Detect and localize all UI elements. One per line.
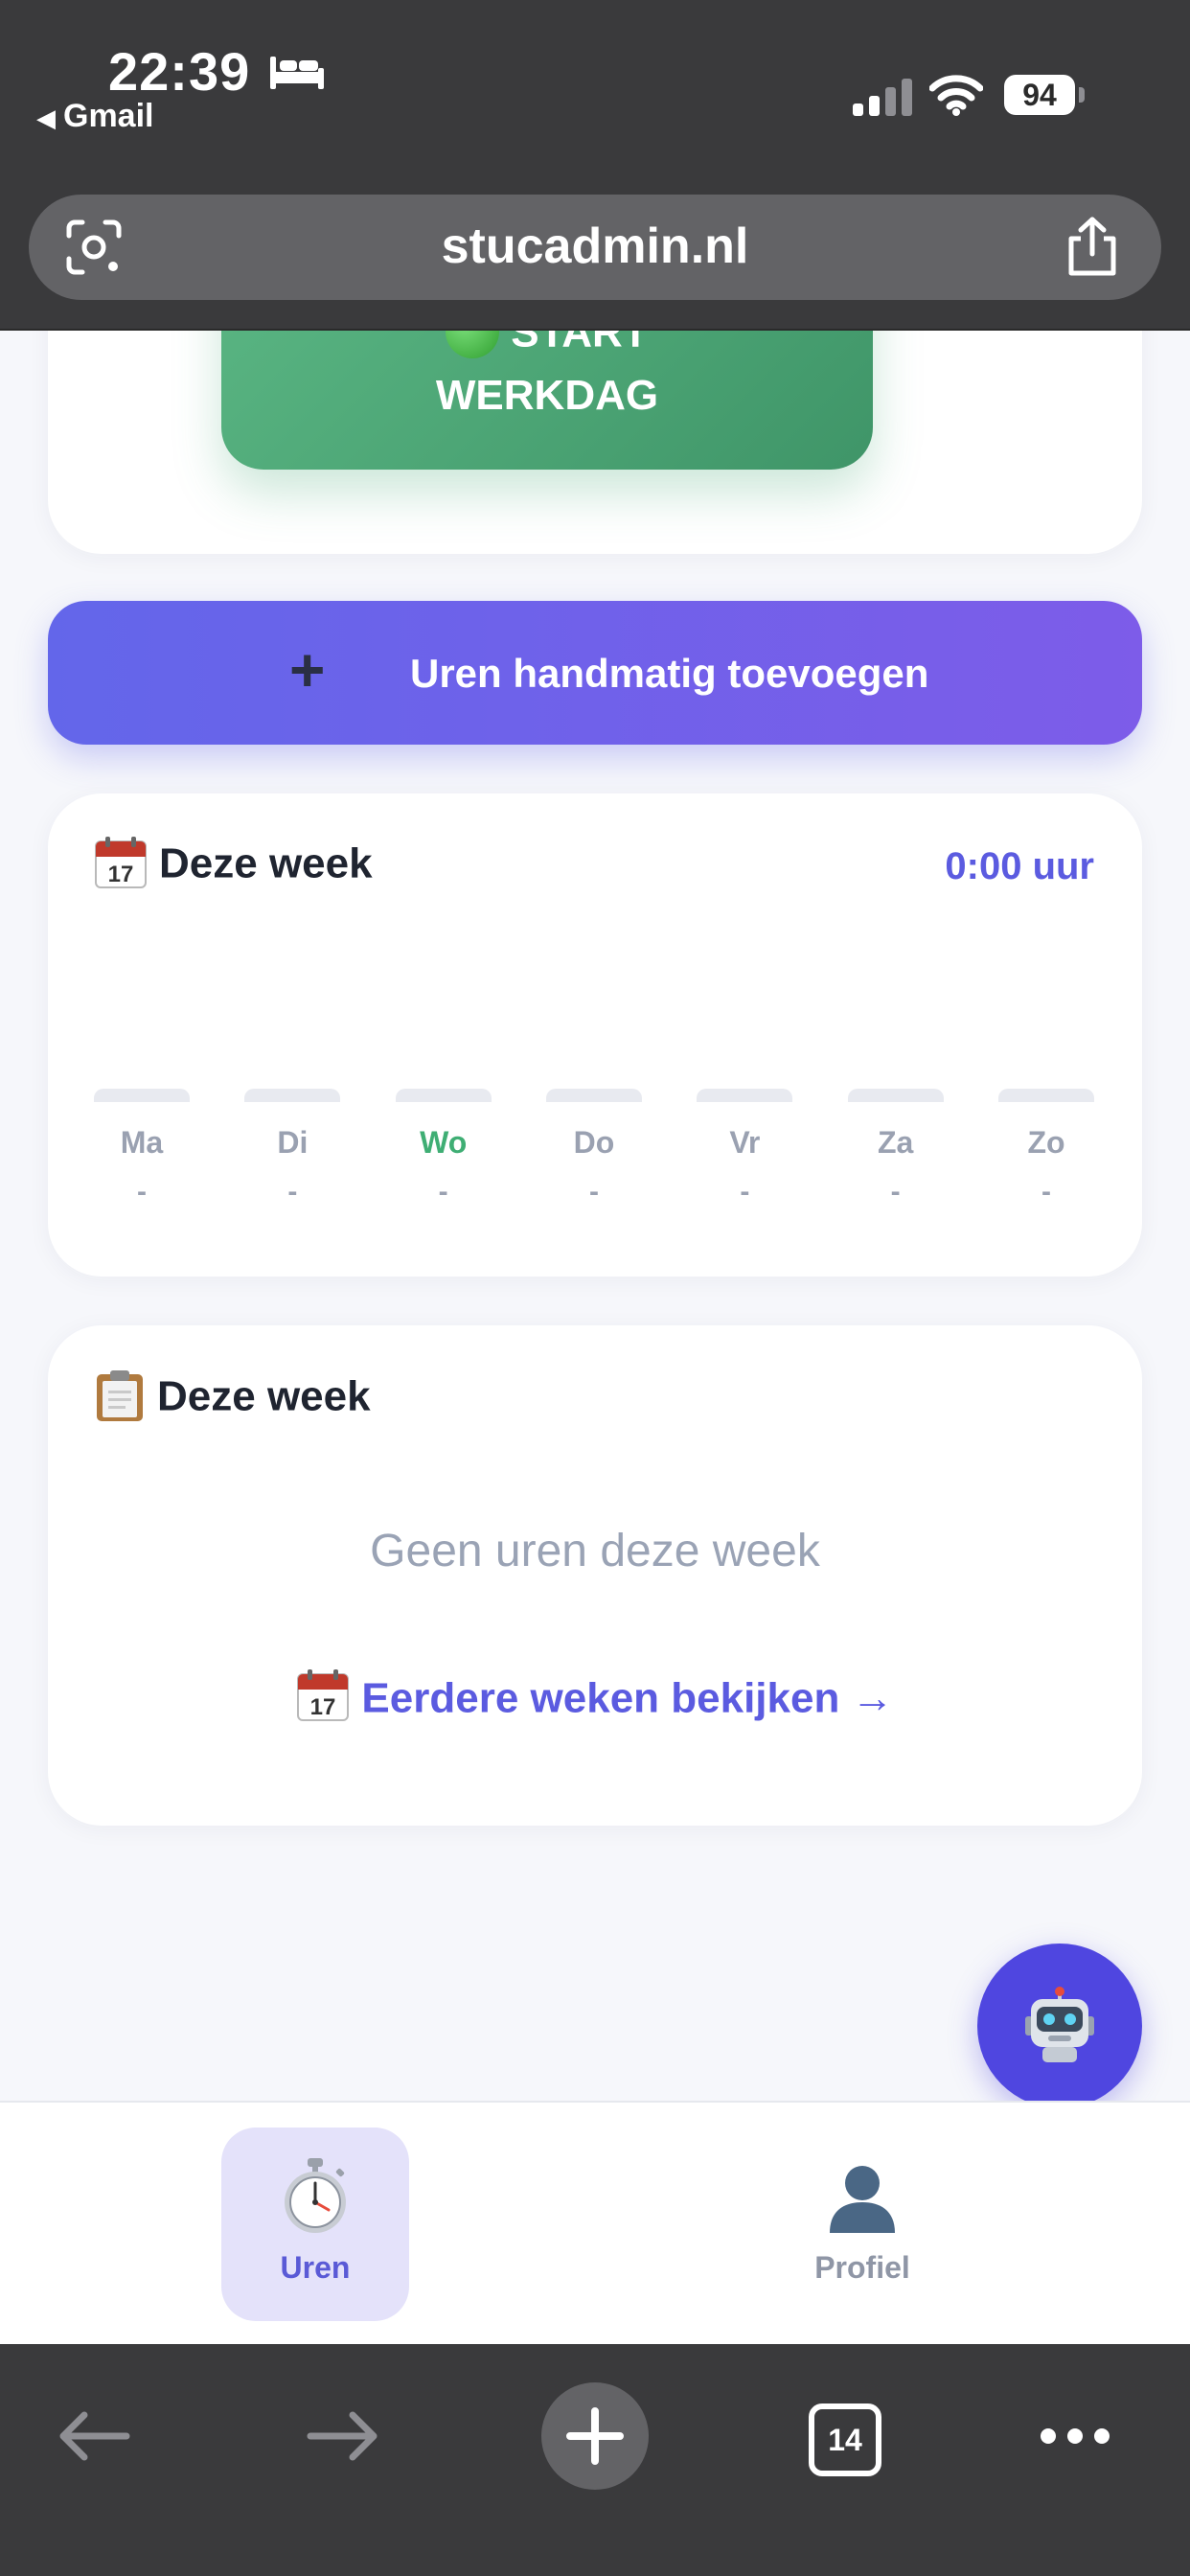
day-column: Di - (244, 1089, 341, 1208)
back-app-label: Gmail (63, 98, 154, 134)
day-name: Za (877, 1125, 914, 1160)
assistant-fab-button[interactable] (977, 1944, 1142, 2108)
day-name: Di (277, 1125, 309, 1160)
day-column: Do - (546, 1089, 642, 1208)
bottom-navigation: Uren Profiel (0, 2101, 1190, 2346)
empty-state-text: Geen uren deze week (370, 1526, 820, 1576)
week-overview-card: 17 Deze week 0:00 uur Ma - Di - Wo - Do - Vr - Za -… (48, 794, 1142, 1276)
day-bar (244, 1089, 341, 1102)
day-value: - (1041, 1176, 1051, 1208)
day-value: - (137, 1176, 147, 1208)
day-column: Wo - (395, 1089, 492, 1208)
day-value: - (890, 1176, 901, 1208)
tabs-count-button[interactable]: 14 (809, 2404, 881, 2476)
day-bar (395, 1089, 492, 1102)
battery-tip (1079, 87, 1085, 103)
day-name: Zo (1027, 1125, 1065, 1160)
back-arrow-icon[interactable] (56, 2409, 132, 2463)
add-hours-manually-button[interactable]: + Uren handmatig toevoegen (48, 601, 1142, 745)
wifi-icon (929, 75, 983, 116)
nav-item-profiel[interactable]: Profiel (768, 2128, 956, 2321)
week-list-title-text: Deze week (157, 1372, 371, 1420)
robot-icon (1025, 1987, 1094, 2062)
back-triangle-icon: ◀ (36, 104, 56, 132)
day-column: Vr - (697, 1089, 793, 1208)
battery-icon: 94 (1004, 75, 1075, 115)
day-column: Zo - (998, 1089, 1094, 1208)
start-button-line2: WERKDAG (435, 372, 659, 419)
earlier-weeks-link-text[interactable]: Eerdere weken bekijken → (361, 1675, 893, 1722)
day-name: Wo (420, 1125, 468, 1160)
week-list-title: Deze week (94, 1370, 371, 1427)
earlier-weeks-link[interactable]: 17 Eerdere weken bekijken → (48, 1669, 1142, 1728)
day-value: - (740, 1176, 750, 1208)
forward-arrow-icon[interactable] (305, 2409, 381, 2463)
bed-icon (270, 57, 324, 89)
day-name: Ma (120, 1125, 164, 1160)
plus-icon: + (289, 635, 326, 704)
day-column: Ma - (94, 1089, 190, 1208)
day-bar (94, 1089, 190, 1102)
day-value: - (589, 1176, 599, 1208)
svg-text:17: 17 (310, 1694, 336, 1720)
week-list-card: Deze week Geen uren deze week 17 Eerdere… (48, 1325, 1142, 1826)
week-overview-title-text: Deze week (159, 840, 373, 887)
signal-icon (853, 79, 912, 116)
status-time: 22:39 (108, 41, 251, 102)
week-overview-title: 17 Deze week (94, 837, 373, 893)
svg-text:17: 17 (108, 862, 134, 887)
url-bar[interactable]: stucadmin.nl (29, 195, 1161, 300)
calendar-icon: 17 (95, 837, 147, 888)
day-bar (847, 1089, 944, 1102)
day-name: Vr (729, 1125, 761, 1160)
share-icon[interactable] (1064, 216, 1121, 279)
nav-uren-label: Uren (280, 2250, 351, 2285)
stopwatch-icon (285, 2158, 346, 2233)
nav-item-uren[interactable]: Uren (221, 2128, 409, 2321)
day-bar (697, 1089, 793, 1102)
week-total-hours: 0:00 uur (945, 845, 1094, 887)
add-hours-label: Uren handmatig toevoegen (410, 651, 929, 696)
day-name: Do (573, 1125, 615, 1160)
nav-profiel-label: Profiel (814, 2250, 910, 2285)
plus-icon (566, 2407, 624, 2465)
calendar-icon: 17 (297, 1669, 350, 1721)
browser-toolbar: 14 (0, 2344, 1190, 2576)
back-to-app-link[interactable]: ◀ Gmail (36, 98, 153, 135)
day-column: Za - (847, 1089, 944, 1208)
day-bar (998, 1089, 1094, 1102)
clipboard-icon (97, 1370, 143, 1421)
day-bar (546, 1089, 642, 1102)
day-value: - (438, 1176, 448, 1208)
url-text[interactable]: stucadmin.nl (29, 218, 1161, 275)
status-bar-divider (0, 329, 1190, 331)
more-options-icon[interactable] (1039, 2426, 1111, 2446)
day-value: - (287, 1176, 298, 1208)
person-icon (830, 2166, 895, 2233)
new-tab-button[interactable] (541, 2382, 649, 2490)
status-bar: 22:39 ◀ Gmail 94 stucadmin.nl (0, 0, 1190, 331)
